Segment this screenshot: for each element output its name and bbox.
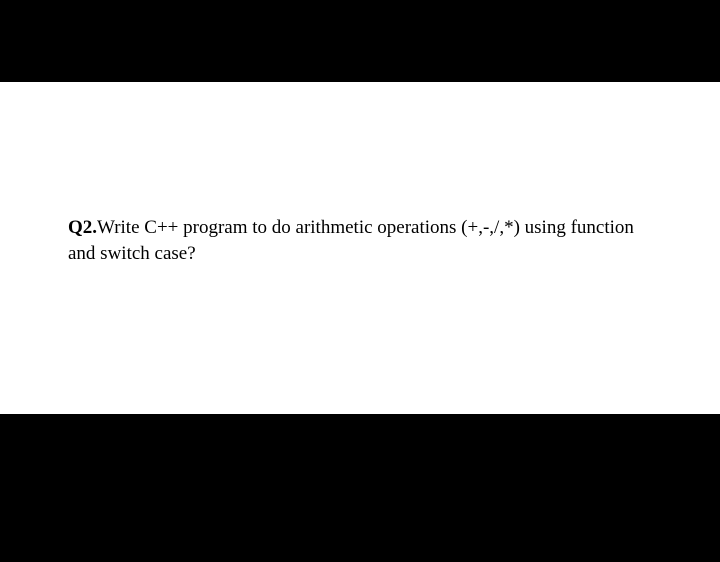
question-content: Q2.Write C++ program to do arithmetic op… <box>68 215 670 266</box>
question-label: Q2. <box>68 217 97 238</box>
question-text-line1: Write C++ program to do arithmetic opera… <box>97 217 634 238</box>
question-text-line2: and switch case? <box>68 243 196 264</box>
bottom-black-bar <box>0 414 720 562</box>
top-black-bar <box>0 0 720 82</box>
